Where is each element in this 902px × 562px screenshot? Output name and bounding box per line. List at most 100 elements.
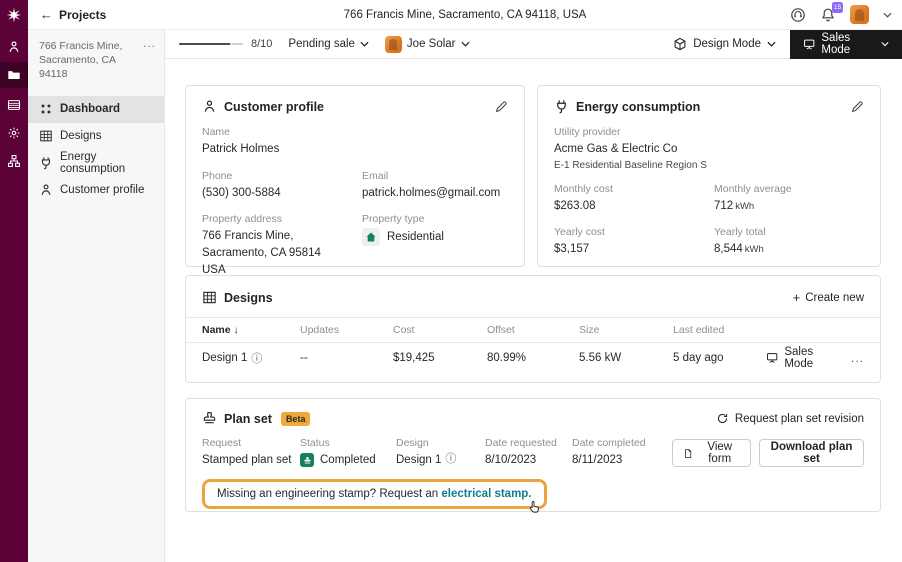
project-sidebar: 766 Francis Mine, Sacramento, CA 94118 .…	[28, 30, 165, 562]
sidebar-item-energy-consumption[interactable]: Energy consumption	[28, 150, 164, 177]
create-new-label: Create new	[805, 292, 864, 304]
design-name: Design 1	[202, 352, 247, 364]
designs-table-header: Name ↓ Updates Cost Offset Size Last edi…	[186, 317, 880, 343]
sidebar-item-designs[interactable]: Designs	[28, 123, 164, 150]
project-owner-dropdown[interactable]: Joe Solar	[385, 36, 470, 53]
plan-set-design: Design 1	[396, 452, 441, 469]
callout-text: Missing an engineering stamp? Request an	[217, 488, 441, 500]
chevron-down-icon	[360, 41, 369, 47]
plan-set-status: Completed	[320, 452, 376, 469]
edit-customer-button[interactable]	[494, 100, 508, 114]
project-progress-bar	[179, 43, 243, 45]
column-header-updates[interactable]: Updates	[300, 324, 393, 336]
refresh-icon	[716, 412, 729, 425]
utility-plan: E-1 Residential Baseline Region S	[554, 160, 864, 171]
residential-house-icon	[362, 228, 380, 246]
settings-gear-icon[interactable]	[0, 120, 28, 146]
edit-energy-button[interactable]	[850, 100, 864, 114]
download-plan-set-button[interactable]: Download plan set	[759, 439, 864, 467]
profile-icon[interactable]	[0, 34, 28, 60]
electrical-stamp-callout: Missing an engineering stamp? Request an…	[202, 479, 547, 509]
customer-email: patrick.holmes@gmail.com	[362, 185, 500, 202]
org-chart-icon[interactable]	[0, 148, 28, 174]
card-title: Designs	[224, 291, 273, 305]
create-new-design-button[interactable]: + Create new	[793, 290, 864, 305]
projects-folder-icon[interactable]	[0, 62, 28, 88]
request-plan-set-revision-button[interactable]: Request plan set revision	[716, 412, 864, 425]
field-label: Request	[202, 437, 300, 449]
customer-phone: (530) 300-5884	[202, 185, 362, 202]
designs-card: Designs + Create new Name ↓ Updates Cost…	[185, 275, 881, 383]
design-mode-label: Design Mode	[693, 38, 761, 50]
sort-desc-icon: ↓	[234, 325, 239, 336]
row-sales-mode-button[interactable]: Sales Mode	[766, 346, 842, 370]
sidebar-item-label: Dashboard	[60, 103, 120, 115]
support-icon[interactable]	[790, 7, 806, 23]
column-header-last-edited[interactable]: Last edited	[673, 324, 766, 336]
left-icon-rail	[0, 0, 28, 562]
sidebar-item-label: Designs	[60, 130, 102, 142]
status-completed-icon	[300, 453, 314, 467]
customer-name: Patrick Holmes	[202, 141, 508, 158]
project-status-dropdown[interactable]: Pending sale	[288, 38, 369, 50]
chevron-down-icon	[767, 41, 776, 47]
plus-icon: +	[793, 290, 801, 305]
pencil-icon	[850, 100, 864, 114]
chevron-down-icon	[461, 41, 470, 47]
view-form-button[interactable]: View form	[672, 439, 751, 467]
customer-profile-card: Customer profile Name Patrick Holmes Pho…	[185, 85, 525, 267]
design-table-row[interactable]: Design 1 ⓘ -- $19,425 80.99% 5.56 kW 5 d…	[186, 343, 880, 372]
property-address: 766 Francis Mine, Sacramento, CA 95814 U…	[202, 228, 362, 278]
status-dropdown-label: Pending sale	[288, 38, 355, 50]
card-title: Customer profile	[224, 100, 324, 114]
chevron-down-icon	[881, 41, 889, 47]
sidebar-item-customer-profile[interactable]: Customer profile	[28, 177, 164, 204]
presentation-screen-icon	[803, 37, 815, 51]
design-mode-dropdown[interactable]: Design Mode	[659, 30, 790, 58]
column-header-size[interactable]: Size	[579, 324, 673, 336]
top-bar: ← Projects 766 Francis Mine, Sacramento,…	[28, 0, 902, 30]
monthly-cost: $263.08	[554, 198, 714, 215]
back-label: Projects	[59, 8, 106, 22]
field-label: Email	[362, 170, 500, 182]
user-avatar[interactable]	[850, 5, 869, 24]
account-chevron-down-icon[interactable]	[883, 12, 892, 18]
back-to-projects-button[interactable]: ← Projects	[40, 7, 106, 22]
beta-badge: Beta	[281, 412, 311, 426]
sidebar-item-dashboard[interactable]: Dashboard	[28, 96, 164, 123]
card-title: Energy consumption	[576, 100, 700, 114]
person-icon	[202, 99, 217, 114]
electrical-stamp-link[interactable]: electrical stamp.	[441, 488, 531, 500]
document-icon	[683, 447, 693, 460]
notifications-bell-icon[interactable]: 15	[820, 7, 836, 23]
plug-icon	[39, 156, 53, 170]
back-arrow-icon: ←	[40, 7, 53, 22]
stamp-icon	[202, 411, 217, 426]
designs-grid-icon	[39, 129, 53, 143]
field-label: Property address	[202, 213, 362, 225]
sidebar-item-label: Energy consumption	[60, 151, 164, 175]
info-icon[interactable]: ⓘ	[251, 350, 262, 366]
sales-mode-dropdown[interactable]: Sales Mode	[790, 30, 902, 59]
design-size: 5.56 kW	[579, 352, 673, 364]
design-cost: $19,425	[393, 352, 487, 364]
design-last-edited: 5 day ago	[673, 352, 766, 364]
field-label: Monthly cost	[554, 183, 714, 195]
plan-set-request: Stamped plan set	[202, 452, 300, 469]
presentation-screen-icon	[766, 351, 778, 364]
utility-provider: Acme Gas & Electric Co	[554, 141, 864, 158]
column-header-cost[interactable]: Cost	[393, 324, 487, 336]
list-icon[interactable]	[0, 92, 28, 118]
cursor-pointer-icon	[527, 499, 542, 514]
project-toolbar: 8/10 Pending sale Joe Solar Design Mode …	[165, 30, 902, 59]
field-label: Name	[202, 126, 508, 138]
column-header-offset[interactable]: Offset	[487, 324, 579, 336]
project-address-title: 766 Francis Mine, Sacramento, CA 94118, …	[28, 9, 902, 21]
dashboard-main: Customer profile Name Patrick Holmes Pho…	[165, 59, 902, 562]
info-icon[interactable]: ⓘ	[445, 452, 456, 468]
plan-set-date-requested: 8/10/2023	[485, 452, 572, 469]
project-more-button[interactable]: ...	[143, 39, 156, 51]
aurora-logo-icon	[0, 3, 28, 27]
column-header-name[interactable]: Name ↓	[202, 324, 300, 336]
row-overflow-menu-button[interactable]: ...	[842, 351, 864, 365]
